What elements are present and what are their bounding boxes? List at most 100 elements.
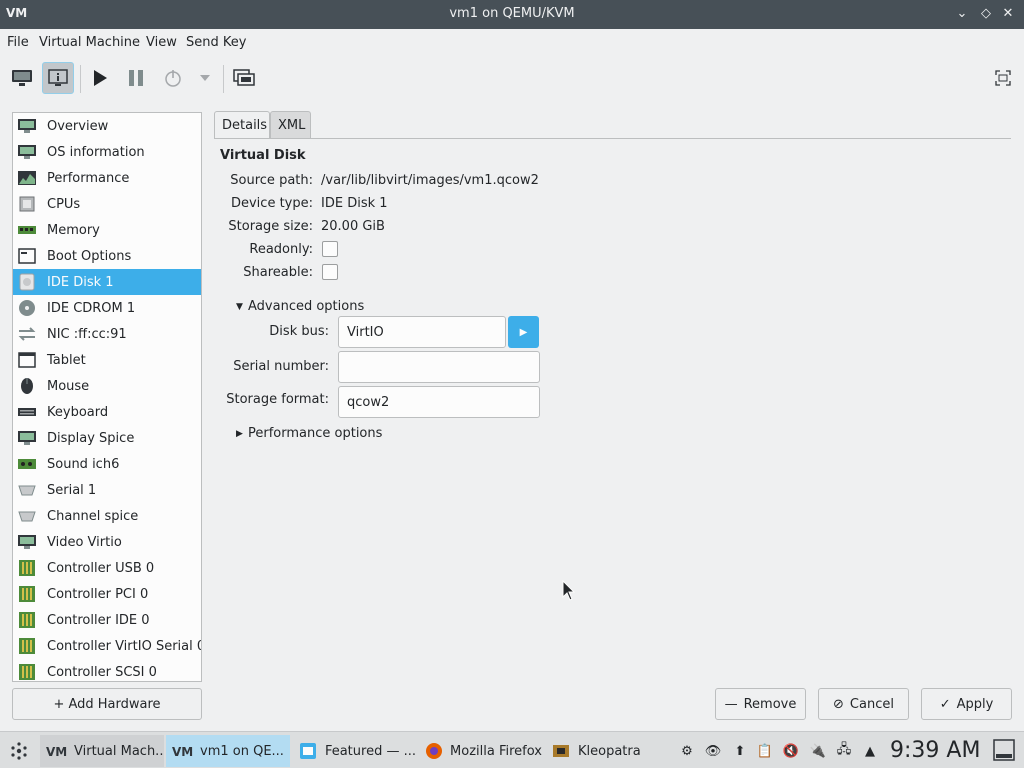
maximize-icon[interactable]: ◇ <box>976 4 996 24</box>
sidebar-item-label: Keyboard <box>47 404 109 420</box>
show-desktop-icon[interactable] <box>993 739 1015 761</box>
taskbar-task[interactable]: VM vm1 on QE... <box>166 735 290 767</box>
clock[interactable]: 9:39 AM <box>890 738 980 763</box>
network-icon <box>17 325 37 343</box>
toolbar-separator <box>223 65 224 93</box>
sidebar-item-channel-spice[interactable]: Channel spice <box>13 503 201 529</box>
disk-bus-dropdown-button[interactable]: ▶ <box>508 316 539 348</box>
expand-tray-icon[interactable]: ▲ <box>861 742 879 760</box>
run-button[interactable] <box>84 62 116 94</box>
sidebar-item-keyboard[interactable]: Keyboard <box>13 399 201 425</box>
taskbar-task-label: Featured — ... <box>324 743 416 759</box>
apply-button[interactable]: ✓ Apply <box>921 688 1012 720</box>
sidebar-item-mouse[interactable]: Mouse <box>13 373 201 399</box>
menu-file[interactable]: File <box>7 35 29 50</box>
sidebar-item-tablet[interactable]: Tablet <box>13 347 201 373</box>
chevron-down-icon <box>200 75 210 81</box>
taskbar-task[interactable]: Featured — ... <box>292 735 416 767</box>
taskbar-task-label: Virtual Mach... <box>74 743 164 759</box>
sidebar-item-cpus[interactable]: CPUs <box>13 191 201 217</box>
usb-device-icon[interactable]: 🔌 <box>809 742 827 760</box>
menu-view[interactable]: View <box>146 35 177 50</box>
menu-send-key[interactable]: Send Key <box>186 35 246 50</box>
add-hardware-button[interactable]: + Add Hardware <box>12 688 202 720</box>
details-view-button[interactable] <box>42 62 74 94</box>
performance-options-expander[interactable]: ▶ Performance options <box>236 426 382 441</box>
tab-divider <box>214 138 1011 139</box>
chevron-right-icon: ▶ <box>519 326 528 338</box>
sidebar-item-controller-pci-0[interactable]: Controller PCI 0 <box>13 581 201 607</box>
kleopatra-icon <box>550 742 572 760</box>
console-view-button[interactable] <box>6 62 38 94</box>
shutdown-menu-button[interactable] <box>190 62 220 94</box>
controller-icon <box>17 663 37 681</box>
sidebar-item-os-information[interactable]: OS information <box>13 139 201 165</box>
tab-details[interactable]: Details <box>214 111 270 139</box>
mouse-icon <box>17 377 37 395</box>
taskbar-task-label: vm1 on QE... <box>200 743 284 759</box>
fullscreen-button[interactable] <box>987 62 1019 94</box>
section-title: Virtual Disk <box>220 148 306 163</box>
taskbar-task[interactable]: Kleopatra <box>544 735 666 767</box>
volume-muted-icon[interactable]: 🔇 <box>782 742 800 760</box>
sidebar-item-controller-scsi-0[interactable]: Controller SCSI 0 <box>13 659 201 681</box>
advanced-options-expander[interactable]: ▼ Advanced options <box>236 299 364 314</box>
serial-number-label: Serial number: <box>233 359 329 374</box>
sidebar-item-serial-1[interactable]: Serial 1 <box>13 477 201 503</box>
taskbar-task[interactable]: Mozilla Firefox <box>418 735 542 767</box>
disk-bus-select[interactable]: VirtIO <box>338 316 506 348</box>
serial-number-input[interactable] <box>338 351 540 383</box>
window-titlebar[interactable]: VM vm1 on QEMU/KVM ⌄ ◇ ✕ <box>0 0 1024 29</box>
sidebar-item-sound-ich6[interactable]: Sound ich6 <box>13 451 201 477</box>
menu-virtual-machine[interactable]: Virtual Machine <box>39 35 140 50</box>
sidebar-item-overview[interactable]: Overview <box>13 113 201 139</box>
hardware-list[interactable]: Overview OS information Performance CPUs Mem… <box>12 112 202 682</box>
system-settings-icon[interactable]: ⚙ <box>678 742 696 760</box>
svg-text:VM: VM <box>46 745 67 758</box>
sidebar-item-controller-virtio-serial-0[interactable]: Controller VirtIO Serial 0 <box>13 633 201 659</box>
updates-icon[interactable]: ⬆ <box>731 742 749 760</box>
sidebar-item-controller-ide-0[interactable]: Controller IDE 0 <box>13 607 201 633</box>
shutdown-button[interactable] <box>157 62 189 94</box>
tab-xml[interactable]: XML <box>270 111 311 139</box>
toolbar-separator <box>80 65 81 93</box>
remove-button[interactable]: — Remove <box>715 688 806 720</box>
sidebar-item-video-virtio[interactable]: Video Virtio <box>13 529 201 555</box>
menu-bar: File Virtual Machine View Send Key <box>0 29 1024 57</box>
sidebar-item-label: Controller IDE 0 <box>47 612 150 628</box>
monitor-icon <box>12 70 32 86</box>
taskbar-task-label: Mozilla Firefox <box>450 743 542 759</box>
sidebar-item-label: Overview <box>47 118 109 134</box>
cancel-button[interactable]: ⊘ Cancel <box>818 688 909 720</box>
application-launcher-icon[interactable] <box>8 740 30 762</box>
sidebar-item-controller-usb-0[interactable]: Controller USB 0 <box>13 555 201 581</box>
eye-icon[interactable]: 👁 <box>704 742 722 760</box>
sidebar-item-memory[interactable]: Memory <box>13 217 201 243</box>
minimize-icon[interactable]: ⌄ <box>952 4 972 24</box>
storage-format-label: Storage format: <box>226 392 329 407</box>
clipboard-icon[interactable]: 📋 <box>756 742 774 760</box>
taskbar: VM Virtual Mach... VM vm1 on QE... Featured … <box>0 731 1024 768</box>
sidebar-item-performance[interactable]: Performance <box>13 165 201 191</box>
sidebar-item-nic-ff-cc-91[interactable]: NIC :ff:cc:91 <box>13 321 201 347</box>
sidebar-item-ide-disk-1[interactable]: IDE Disk 1 <box>13 269 201 295</box>
sidebar-item-display-spice[interactable]: Display Spice <box>13 425 201 451</box>
controller-icon <box>17 585 37 603</box>
snapshots-icon <box>233 69 255 86</box>
storage-format-input[interactable]: qcow2 <box>338 386 540 418</box>
pause-button[interactable] <box>120 62 152 94</box>
network-wired-icon[interactable]: 🖧 <box>835 742 853 760</box>
close-icon[interactable]: ✕ <box>998 4 1018 24</box>
sidebar-item-label: Video Virtio <box>47 534 122 550</box>
readonly-checkbox[interactable] <box>322 241 338 257</box>
snapshots-button[interactable] <box>228 62 260 94</box>
shareable-checkbox[interactable] <box>322 264 338 280</box>
sidebar-item-label: IDE CDROM 1 <box>47 300 136 316</box>
channel-icon <box>17 507 37 525</box>
taskbar-task[interactable]: VM Virtual Mach... <box>40 735 164 767</box>
readonly-label: Readonly: <box>249 242 313 257</box>
sidebar-item-ide-cdrom-1[interactable]: IDE CDROM 1 <box>13 295 201 321</box>
tab-details-label: Details <box>222 118 268 133</box>
sidebar-item-boot-options[interactable]: Boot Options <box>13 243 201 269</box>
keyboard-icon <box>17 403 37 421</box>
